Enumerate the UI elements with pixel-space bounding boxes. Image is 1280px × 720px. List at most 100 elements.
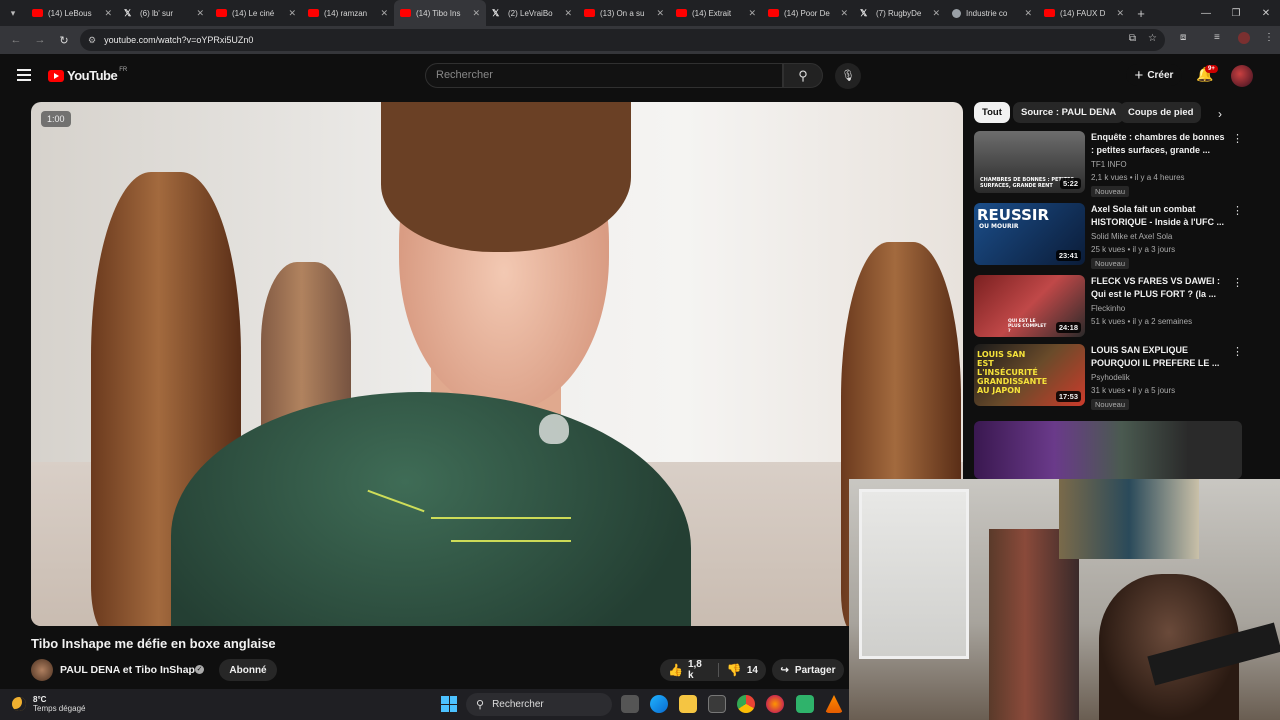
- subscribe-button[interactable]: Abonné: [219, 659, 277, 681]
- chip-source[interactable]: Source : PAUL DENA: [1013, 102, 1125, 123]
- more-options-icon[interactable]: ⋮: [1232, 276, 1243, 289]
- chip-kicks[interactable]: Coups de pied: [1120, 102, 1202, 123]
- task-view-icon[interactable]: [621, 695, 639, 713]
- youtube-favicon-icon: [676, 9, 687, 17]
- profile-icon[interactable]: [1238, 32, 1250, 44]
- weather-widget[interactable]: 8°C Temps dégagé: [12, 695, 85, 713]
- chip-all[interactable]: Tout: [974, 102, 1010, 123]
- minimize-icon[interactable]: —: [1190, 0, 1222, 26]
- recommendation-meta: 31 k vues • il y a 5 jours: [1091, 386, 1176, 395]
- tab-close-icon[interactable]: ✕: [472, 8, 480, 19]
- taskbar-search[interactable]: ⚲ Rechercher: [466, 693, 612, 716]
- taskbar-search-label: Rechercher: [492, 699, 544, 710]
- channel-name[interactable]: PAUL DENA et Tibo InShape: [60, 664, 201, 676]
- recommendation-title[interactable]: FLECK VS FARES VS DAWEI : Qui est le PLU…: [1091, 275, 1226, 301]
- recommendation-thumbnail[interactable]: CHAMBRES DE BONNES : PETITES SURFACES, G…: [974, 131, 1085, 193]
- shirt-stripe: [451, 540, 571, 542]
- browser-tab[interactable]: (14) Le ciné ✕: [210, 0, 302, 26]
- store-icon[interactable]: [708, 695, 726, 713]
- recommendation-thumbnail[interactable]: REUSSIR OU MOURIR 23:41: [974, 203, 1085, 265]
- tab-close-icon[interactable]: ✕: [656, 8, 664, 19]
- browser-tab[interactable]: (14) FAUX D ✕: [1038, 0, 1130, 26]
- firefox-icon[interactable]: [766, 695, 784, 713]
- recommendation-title[interactable]: Axel Sola fait un combat HISTORIQUE - In…: [1091, 203, 1226, 229]
- tab-close-icon[interactable]: ✕: [104, 8, 112, 19]
- file-explorer-icon[interactable]: [679, 695, 697, 713]
- share-button[interactable]: ↪ Partager: [772, 659, 844, 681]
- recommendation-meta: 51 k vues • il y a 2 semaines: [1091, 317, 1193, 326]
- browser-tab[interactable]: (14) LeBous ✕: [26, 0, 118, 26]
- browser-tab[interactable]: (14) Extrait ✕: [670, 0, 762, 26]
- browser-menu-icon[interactable]: ⋮: [1264, 32, 1274, 43]
- channel-avatar[interactable]: [31, 659, 53, 681]
- more-options-icon[interactable]: ⋮: [1232, 132, 1243, 145]
- tab-label: (14) Le ciné: [232, 8, 275, 18]
- search-input[interactable]: Rechercher: [425, 63, 783, 88]
- tab-close-icon[interactable]: ✕: [1024, 8, 1032, 19]
- browser-tab[interactable]: (14) Poor De ✕: [762, 0, 854, 26]
- like-button[interactable]: 👍 1,8 k: [660, 659, 719, 681]
- recommendation-channel[interactable]: TF1 INFO: [1091, 160, 1127, 169]
- more-options-icon[interactable]: ⋮: [1232, 345, 1243, 358]
- tab-close-icon[interactable]: ✕: [932, 8, 940, 19]
- site-info-icon[interactable]: ⚙: [88, 35, 96, 46]
- search-button[interactable]: ⚲: [783, 63, 823, 88]
- windows-start-icon[interactable]: [441, 696, 457, 712]
- address-bar[interactable]: ⚙ youtube.com/watch?v=oYPRxi5UZn0 ⧉ ☆: [80, 29, 1165, 51]
- recommendation-item[interactable]: CHAMBRES DE BONNES : PETITES SURFACES, G…: [974, 131, 1244, 197]
- account-avatar[interactable]: [1231, 65, 1253, 87]
- tab-close-icon[interactable]: ✕: [1116, 8, 1124, 19]
- tab-close-icon[interactable]: ✕: [840, 8, 848, 19]
- bookmark-star-icon[interactable]: ☆: [1148, 33, 1157, 44]
- close-window-icon[interactable]: ✕: [1250, 0, 1280, 26]
- video-player[interactable]: 1:00: [31, 102, 963, 626]
- tab-close-icon[interactable]: ✕: [196, 8, 204, 19]
- recommendation-title[interactable]: Enquête : chambres de bonnes : petites s…: [1091, 131, 1226, 157]
- new-tab-button[interactable]: +: [1130, 6, 1152, 21]
- browser-tab[interactable]: (14) ramzan ✕: [302, 0, 394, 26]
- chrome-icon[interactable]: [737, 695, 755, 713]
- reload-icon[interactable]: ↻: [52, 34, 76, 47]
- menu-icon[interactable]: [17, 69, 31, 81]
- youtube-header: YouTube FR Rechercher ⚲ 🎙 + Créer 🔔 9+: [0, 54, 1280, 98]
- recommendation-item[interactable]: REUSSIR OU MOURIR 23:41 Axel Sola fait u…: [974, 203, 1244, 269]
- maximize-icon[interactable]: ❐: [1220, 0, 1252, 26]
- browser-tab[interactable]: 𝕏 (7) RugbyDe ✕: [854, 0, 946, 26]
- browser-tab[interactable]: 𝕏 (2) LeVraiBo ✕: [486, 0, 578, 26]
- forward-icon[interactable]: →: [28, 34, 52, 46]
- create-button[interactable]: + Créer: [1126, 64, 1182, 86]
- tab-close-icon[interactable]: ✕: [288, 8, 296, 19]
- browser-tab[interactable]: (14) Tibo Ins ✕: [394, 0, 486, 26]
- browser-tab[interactable]: (13) On a su ✕: [578, 0, 670, 26]
- url-text: youtube.com/watch?v=oYPRxi5UZn0: [104, 35, 254, 45]
- media-control-icon[interactable]: ≡: [1214, 32, 1220, 43]
- chevron-right-icon[interactable]: ›: [1218, 107, 1222, 121]
- recommendation-channel[interactable]: Psyhodelik: [1091, 373, 1130, 382]
- browser-tab[interactable]: Industrie co ✕: [946, 0, 1038, 26]
- vlc-icon[interactable]: [825, 695, 843, 713]
- back-icon[interactable]: ←: [4, 34, 28, 46]
- tab-close-icon[interactable]: ✕: [380, 8, 388, 19]
- app-icon[interactable]: [796, 695, 814, 713]
- recommendation-item[interactable]: QUI EST LE PLUS COMPLET ? 24:18 FLECK VS…: [974, 275, 1244, 339]
- recommendation-thumbnail[interactable]: QUI EST LE PLUS COMPLET ? 24:18: [974, 275, 1085, 337]
- tab-close-icon[interactable]: ✕: [564, 8, 572, 19]
- recommendation-channel[interactable]: Fleckinho: [1091, 304, 1125, 313]
- youtube-favicon-icon: [216, 9, 227, 17]
- create-label: Créer: [1147, 69, 1174, 81]
- voice-search-icon[interactable]: 🎙: [835, 63, 861, 89]
- recommendation-channel[interactable]: Solid Mike et Axel Sola: [1091, 232, 1172, 241]
- recommendation-title[interactable]: LOUIS SAN EXPLIQUE POURQUOI IL PREFERE L…: [1091, 344, 1226, 370]
- tab-close-icon[interactable]: ✕: [748, 8, 756, 19]
- browser-tab[interactable]: 𝕏 (6) lb' sur ✕: [118, 0, 210, 26]
- more-options-icon[interactable]: ⋮: [1232, 204, 1243, 217]
- install-app-icon[interactable]: ⧉: [1129, 33, 1136, 44]
- extensions-icon[interactable]: ⧈: [1180, 32, 1186, 43]
- shorts-shelf[interactable]: [974, 421, 1242, 479]
- tab-search-button[interactable]: ▾: [0, 0, 26, 26]
- recommendation-thumbnail[interactable]: LOUIS SAN EST L'INSÉCURITÉ GRANDISSANTE …: [974, 344, 1085, 406]
- edge-icon[interactable]: [650, 695, 668, 713]
- youtube-logo[interactable]: YouTube FR: [48, 67, 127, 83]
- dislike-button[interactable]: 👎 14: [719, 663, 766, 677]
- recommendation-item[interactable]: LOUIS SAN EST L'INSÉCURITÉ GRANDISSANTE …: [974, 344, 1244, 410]
